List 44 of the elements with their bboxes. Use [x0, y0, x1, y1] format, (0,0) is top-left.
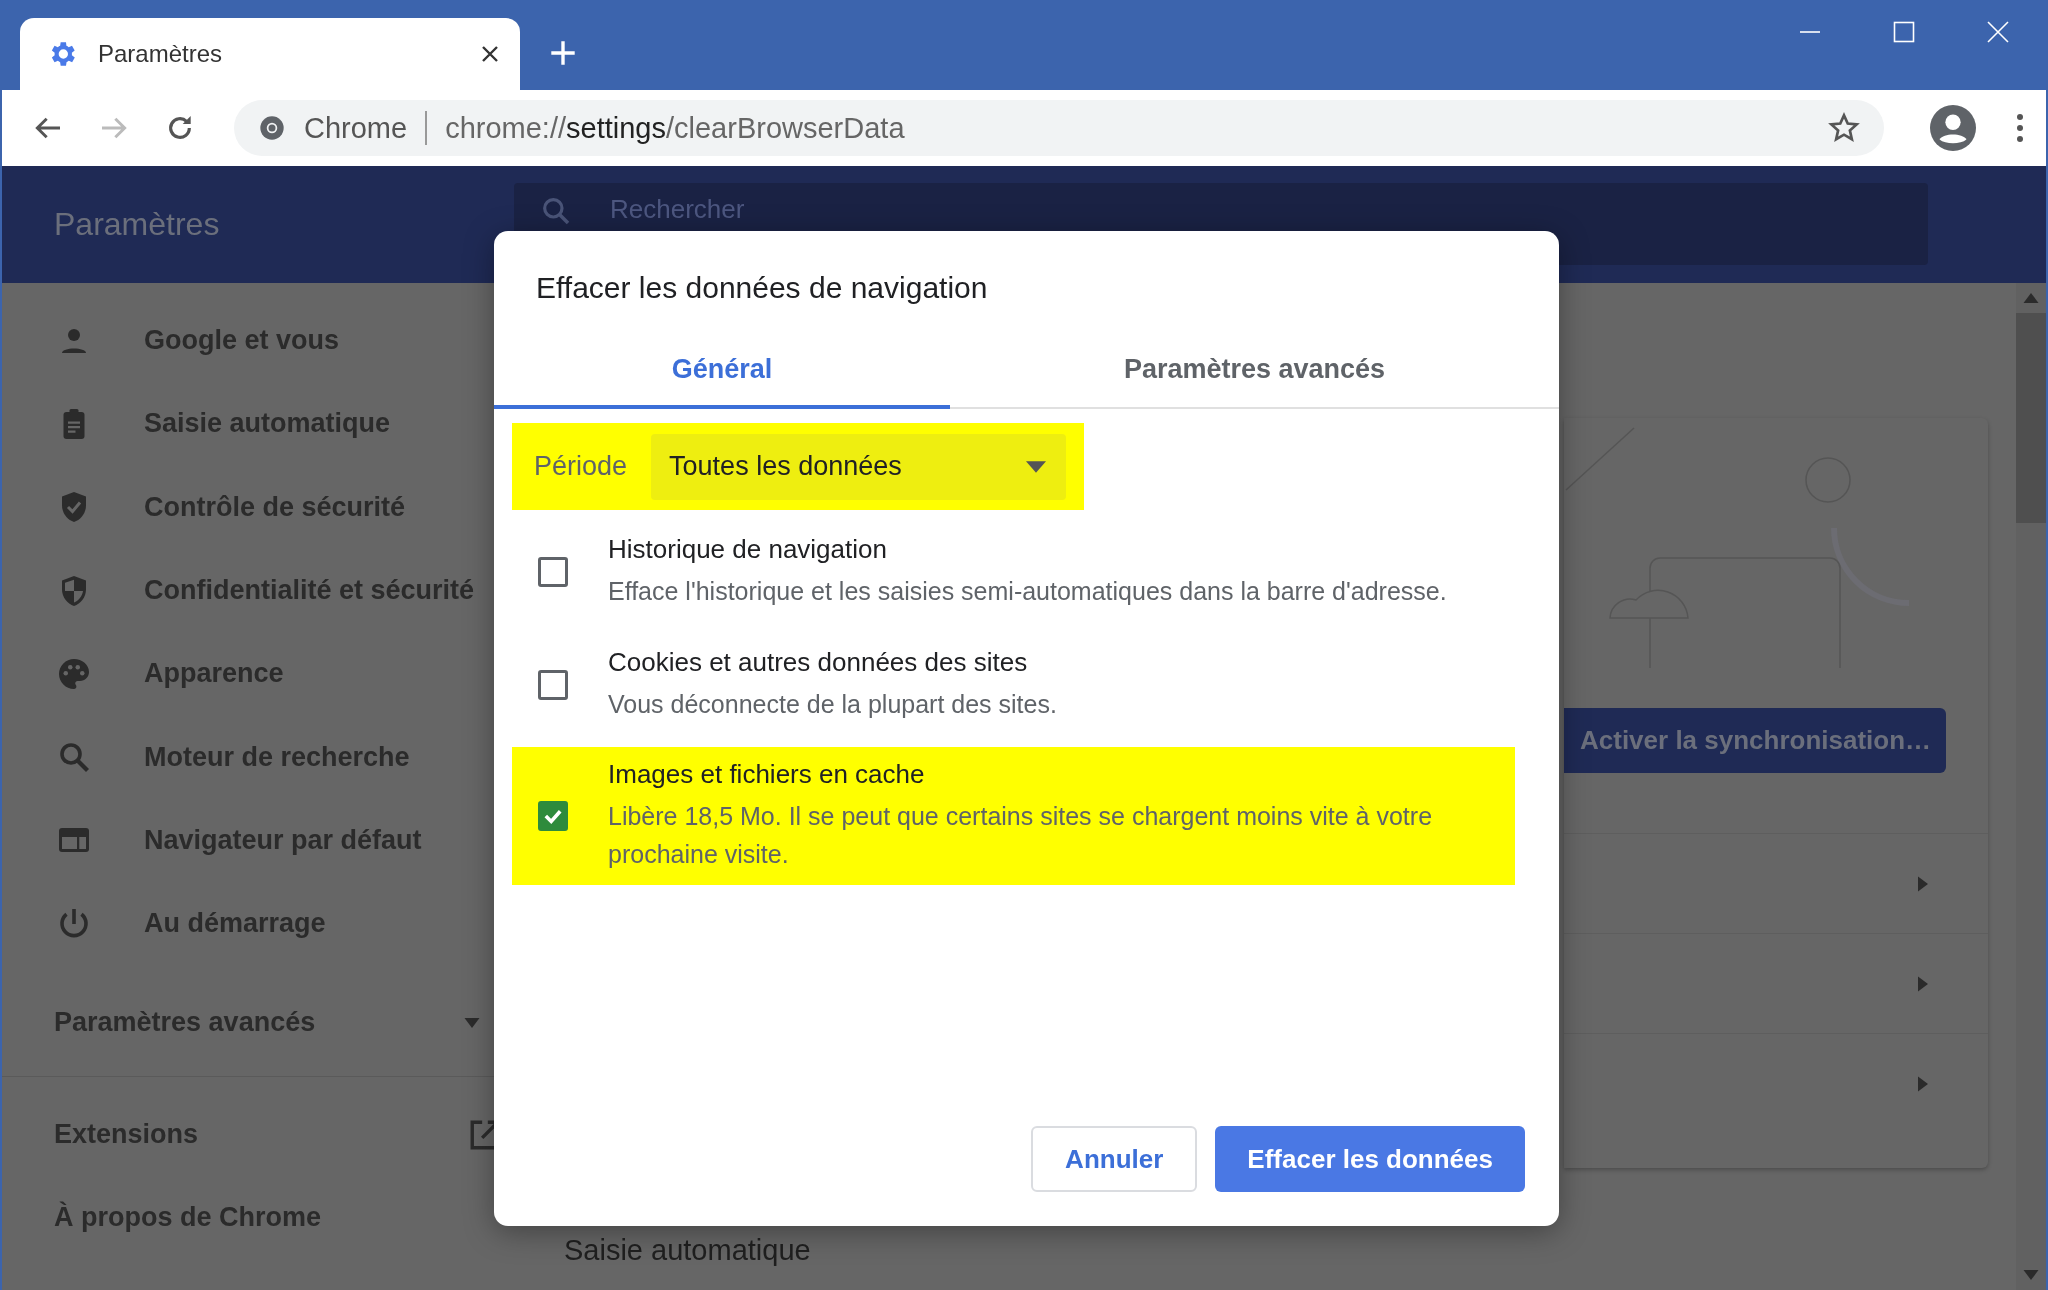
- section-heading: Saisie automatique: [564, 1234, 812, 1267]
- maximize-icon[interactable]: [1892, 20, 1916, 44]
- sidebar-item[interactable]: Au démarrage: [2, 882, 512, 966]
- cancel-button[interactable]: Annuler: [1031, 1126, 1198, 1192]
- plus-icon[interactable]: [550, 40, 576, 66]
- menu-icon[interactable]: [2016, 113, 2024, 143]
- site-label: Chrome: [304, 111, 408, 145]
- option-description: Vous déconnecte de la plupart des sites.: [608, 688, 1057, 720]
- option-title: Images et fichiers en cache: [608, 759, 926, 790]
- option-description: Efface l'historique et les saisies semi-automatiques dans la barre d'adresse.: [608, 576, 1447, 607]
- browser-tab[interactable]: Paramètres: [20, 18, 520, 90]
- url-text: chrome://settings/clearBrowserData: [445, 111, 906, 145]
- caret-icon: [1026, 460, 1046, 473]
- option-title: Historique de navigation: [608, 534, 888, 565]
- sidebar-item[interactable]: Contrôle de sécurité: [2, 465, 512, 549]
- sidebar-item[interactable]: Confidentialité et sécurité: [2, 548, 512, 633]
- checkbox[interactable]: [538, 801, 568, 831]
- scrollbar[interactable]: [2016, 283, 2046, 1290]
- address-bar[interactable]: Chrome chrome://settings/clearBrowserData: [234, 100, 1884, 156]
- tab[interactable]: Paramètres avancés: [950, 333, 1559, 409]
- period-dropdown[interactable]: Toutes les données: [651, 433, 1066, 500]
- sidebar-item[interactable]: Navigateur par défaut: [2, 798, 512, 883]
- checkbox[interactable]: [538, 557, 568, 588]
- caret-icon: [1918, 975, 1928, 992]
- dialog-title: Effacer les données de navigation: [535, 270, 989, 305]
- caret-icon: [1918, 1075, 1928, 1092]
- avatar-icon[interactable]: [1930, 105, 1976, 151]
- sync-button[interactable]: Activer la synchronisation…: [1564, 708, 1946, 773]
- page-title: Paramètres: [53, 206, 221, 243]
- period-label: Période: [534, 451, 628, 482]
- option-title: Cookies et autres données des sites: [608, 646, 1029, 678]
- checkbox[interactable]: [538, 669, 568, 700]
- circle-logo-icon: [258, 114, 286, 142]
- caret-icon: [1918, 875, 1928, 892]
- tab[interactable]: Général: [494, 333, 950, 409]
- scrollbar-thumb[interactable]: [2016, 313, 2046, 523]
- sidebar-item[interactable]: Moteur de recherche: [2, 715, 512, 799]
- search-icon: [540, 195, 572, 227]
- close-icon[interactable]: [480, 44, 500, 64]
- option-description: Libère 18,5 Mo. Il se peut que certains sites se chargent moins vite à votre prochaine visite.: [608, 801, 1434, 870]
- advanced-settings-toggle[interactable]: Paramètres avancés: [2, 981, 512, 1065]
- confirm-button[interactable]: Effacer les données: [1215, 1126, 1525, 1192]
- star-icon[interactable]: [1828, 112, 1860, 144]
- sidebar-item[interactable]: Apparence: [2, 632, 512, 716]
